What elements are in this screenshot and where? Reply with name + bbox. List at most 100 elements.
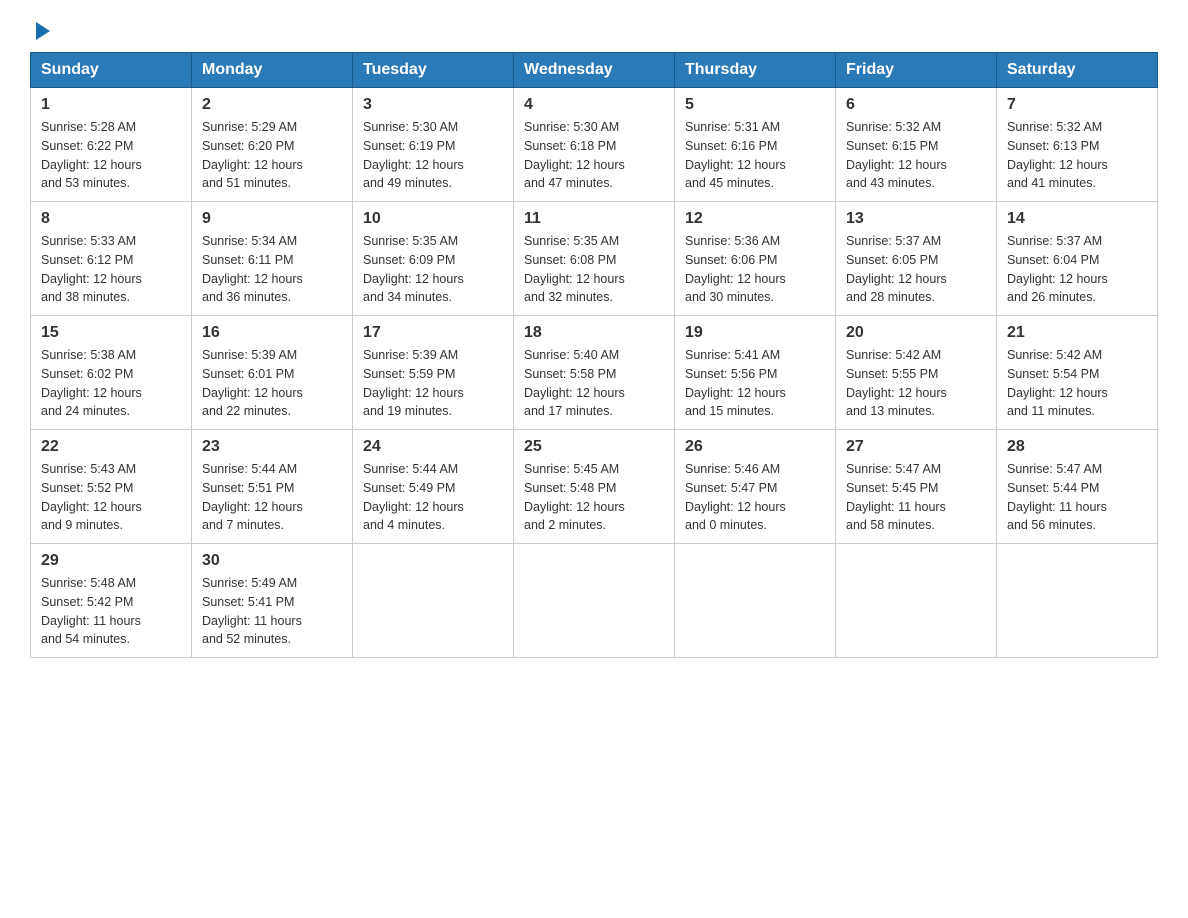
- calendar-cell: 1 Sunrise: 5:28 AMSunset: 6:22 PMDaylight…: [31, 88, 192, 202]
- day-info: Sunrise: 5:33 AMSunset: 6:12 PMDaylight:…: [41, 232, 181, 307]
- day-number: 30: [202, 552, 342, 570]
- day-number: 1: [41, 96, 181, 114]
- day-number: 5: [685, 96, 825, 114]
- calendar-cell: 25Sunrise: 5:45 AMSunset: 5:48 PMDayligh…: [514, 430, 675, 544]
- day-number: 9: [202, 210, 342, 228]
- day-info: Sunrise: 5:40 AMSunset: 5:58 PMDaylight:…: [524, 346, 664, 421]
- day-info: Sunrise: 5:43 AMSunset: 5:52 PMDaylight:…: [41, 460, 181, 535]
- day-number: 8: [41, 210, 181, 228]
- calendar-cell: 10 Sunrise: 5:35 AMSunset: 6:09 PMDayligh…: [353, 202, 514, 316]
- calendar-cell: 11 Sunrise: 5:35 AMSunset: 6:08 PMDayligh…: [514, 202, 675, 316]
- day-number: 21: [1007, 324, 1147, 342]
- day-number: 4: [524, 96, 664, 114]
- calendar-cell: 30 Sunrise: 5:49 AMSunset: 5:41 PMDayligh…: [192, 544, 353, 658]
- weekday-header-monday: Monday: [192, 53, 353, 88]
- calendar-cell: 29 Sunrise: 5:48 AMSunset: 5:42 PMDayligh…: [31, 544, 192, 658]
- day-number: 20: [846, 324, 986, 342]
- day-number: 27: [846, 438, 986, 456]
- day-number: 26: [685, 438, 825, 456]
- day-info: Sunrise: 5:32 AMSunset: 6:15 PMDaylight:…: [846, 118, 986, 193]
- calendar-cell: [997, 544, 1158, 658]
- calendar-cell: 28 Sunrise: 5:47 AMSunset: 5:44 PMDayligh…: [997, 430, 1158, 544]
- day-number: 11: [524, 210, 664, 228]
- weekday-header-saturday: Saturday: [997, 53, 1158, 88]
- day-number: 18: [524, 324, 664, 342]
- calendar-cell: 19 Sunrise: 5:41 AMSunset: 5:56 PMDayligh…: [675, 316, 836, 430]
- calendar-cell: 15Sunrise: 5:38 AMSunset: 6:02 PMDayligh…: [31, 316, 192, 430]
- day-info: Sunrise: 5:48 AMSunset: 5:42 PMDaylight:…: [41, 574, 181, 649]
- weekday-header-friday: Friday: [836, 53, 997, 88]
- day-number: 10: [363, 210, 503, 228]
- day-number: 12: [685, 210, 825, 228]
- day-info: Sunrise: 5:49 AMSunset: 5:41 PMDaylight:…: [202, 574, 342, 649]
- calendar-cell: 23 Sunrise: 5:44 AMSunset: 5:51 PMDayligh…: [192, 430, 353, 544]
- calendar-cell: 27 Sunrise: 5:47 AMSunset: 5:45 PMDayligh…: [836, 430, 997, 544]
- calendar-cell: 18 Sunrise: 5:40 AMSunset: 5:58 PMDayligh…: [514, 316, 675, 430]
- calendar-cell: 21Sunrise: 5:42 AMSunset: 5:54 PMDayligh…: [997, 316, 1158, 430]
- calendar-cell: 3 Sunrise: 5:30 AMSunset: 6:19 PMDaylight…: [353, 88, 514, 202]
- day-info: Sunrise: 5:29 AMSunset: 6:20 PMDaylight:…: [202, 118, 342, 193]
- calendar-cell: 26Sunrise: 5:46 AMSunset: 5:47 PMDayligh…: [675, 430, 836, 544]
- weekday-header-tuesday: Tuesday: [353, 53, 514, 88]
- calendar-cell: [836, 544, 997, 658]
- calendar-cell: 22 Sunrise: 5:43 AMSunset: 5:52 PMDayligh…: [31, 430, 192, 544]
- day-info: Sunrise: 5:37 AMSunset: 6:05 PMDaylight:…: [846, 232, 986, 307]
- day-number: 24: [363, 438, 503, 456]
- calendar-cell: 9 Sunrise: 5:34 AMSunset: 6:11 PMDaylight…: [192, 202, 353, 316]
- calendar-cell: 17 Sunrise: 5:39 AMSunset: 5:59 PMDayligh…: [353, 316, 514, 430]
- day-number: 19: [685, 324, 825, 342]
- week-row-3: 15Sunrise: 5:38 AMSunset: 6:02 PMDayligh…: [31, 316, 1158, 430]
- day-info: Sunrise: 5:44 AMSunset: 5:51 PMDaylight:…: [202, 460, 342, 535]
- calendar-cell: 7 Sunrise: 5:32 AMSunset: 6:13 PMDaylight…: [997, 88, 1158, 202]
- day-number: 22: [41, 438, 181, 456]
- logo-arrow-icon: [32, 20, 54, 42]
- week-row-4: 22 Sunrise: 5:43 AMSunset: 5:52 PMDayligh…: [31, 430, 1158, 544]
- calendar-cell: 6 Sunrise: 5:32 AMSunset: 6:15 PMDaylight…: [836, 88, 997, 202]
- weekday-header-wednesday: Wednesday: [514, 53, 675, 88]
- day-number: 28: [1007, 438, 1147, 456]
- day-info: Sunrise: 5:44 AMSunset: 5:49 PMDaylight:…: [363, 460, 503, 535]
- calendar-cell: [514, 544, 675, 658]
- weekday-header-row: SundayMondayTuesdayWednesdayThursdayFrid…: [31, 53, 1158, 88]
- day-info: Sunrise: 5:31 AMSunset: 6:16 PMDaylight:…: [685, 118, 825, 193]
- calendar-cell: 4 Sunrise: 5:30 AMSunset: 6:18 PMDaylight…: [514, 88, 675, 202]
- day-number: 14: [1007, 210, 1147, 228]
- day-number: 6: [846, 96, 986, 114]
- day-info: Sunrise: 5:39 AMSunset: 5:59 PMDaylight:…: [363, 346, 503, 421]
- calendar-table: SundayMondayTuesdayWednesdayThursdayFrid…: [30, 52, 1158, 658]
- day-info: Sunrise: 5:28 AMSunset: 6:22 PMDaylight:…: [41, 118, 181, 193]
- day-info: Sunrise: 5:32 AMSunset: 6:13 PMDaylight:…: [1007, 118, 1147, 193]
- day-info: Sunrise: 5:34 AMSunset: 6:11 PMDaylight:…: [202, 232, 342, 307]
- calendar-cell: 12 Sunrise: 5:36 AMSunset: 6:06 PMDayligh…: [675, 202, 836, 316]
- day-info: Sunrise: 5:47 AMSunset: 5:45 PMDaylight:…: [846, 460, 986, 535]
- calendar-cell: 5 Sunrise: 5:31 AMSunset: 6:16 PMDaylight…: [675, 88, 836, 202]
- week-row-1: 1 Sunrise: 5:28 AMSunset: 6:22 PMDaylight…: [31, 88, 1158, 202]
- day-number: 7: [1007, 96, 1147, 114]
- day-info: Sunrise: 5:30 AMSunset: 6:18 PMDaylight:…: [524, 118, 664, 193]
- day-info: Sunrise: 5:35 AMSunset: 6:09 PMDaylight:…: [363, 232, 503, 307]
- day-info: Sunrise: 5:30 AMSunset: 6:19 PMDaylight:…: [363, 118, 503, 193]
- page-header: [30, 20, 1158, 42]
- day-info: Sunrise: 5:47 AMSunset: 5:44 PMDaylight:…: [1007, 460, 1147, 535]
- weekday-header-thursday: Thursday: [675, 53, 836, 88]
- day-number: 16: [202, 324, 342, 342]
- weekday-header-sunday: Sunday: [31, 53, 192, 88]
- day-number: 17: [363, 324, 503, 342]
- calendar-cell: 14Sunrise: 5:37 AMSunset: 6:04 PMDayligh…: [997, 202, 1158, 316]
- day-number: 15: [41, 324, 181, 342]
- day-number: 29: [41, 552, 181, 570]
- logo: [30, 20, 54, 42]
- day-number: 2: [202, 96, 342, 114]
- day-info: Sunrise: 5:41 AMSunset: 5:56 PMDaylight:…: [685, 346, 825, 421]
- day-info: Sunrise: 5:36 AMSunset: 6:06 PMDaylight:…: [685, 232, 825, 307]
- day-info: Sunrise: 5:39 AMSunset: 6:01 PMDaylight:…: [202, 346, 342, 421]
- week-row-5: 29 Sunrise: 5:48 AMSunset: 5:42 PMDayligh…: [31, 544, 1158, 658]
- day-number: 23: [202, 438, 342, 456]
- calendar-cell: 16 Sunrise: 5:39 AMSunset: 6:01 PMDayligh…: [192, 316, 353, 430]
- calendar-cell: [353, 544, 514, 658]
- calendar-cell: 8 Sunrise: 5:33 AMSunset: 6:12 PMDaylight…: [31, 202, 192, 316]
- day-info: Sunrise: 5:45 AMSunset: 5:48 PMDaylight:…: [524, 460, 664, 535]
- calendar-cell: [675, 544, 836, 658]
- day-number: 3: [363, 96, 503, 114]
- day-info: Sunrise: 5:35 AMSunset: 6:08 PMDaylight:…: [524, 232, 664, 307]
